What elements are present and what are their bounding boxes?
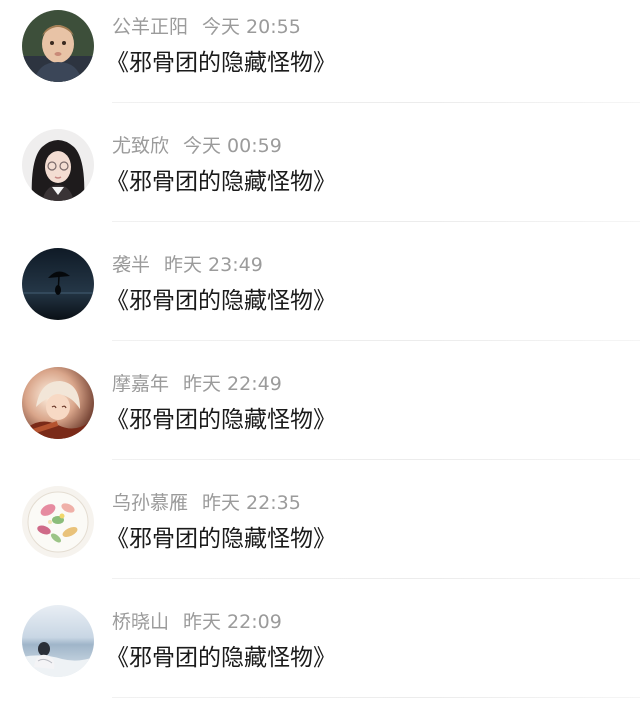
comment-meta: 乌孙慕雁 昨天 22:35 — [112, 490, 301, 516]
avatar[interactable] — [22, 248, 94, 320]
list-item[interactable]: 乌孙慕雁 昨天 22:35 《邪骨团的隐藏怪物》 — [0, 476, 640, 595]
timestamp: 昨天 23:49 — [164, 254, 263, 276]
avatar[interactable] — [22, 486, 94, 558]
comment-text: 《邪骨团的隐藏怪物》 — [106, 169, 336, 195]
list-item[interactable]: 公羊正阳 今天 20:55 《邪骨团的隐藏怪物》 — [0, 0, 640, 119]
divider — [112, 340, 640, 341]
comment-text: 《邪骨团的隐藏怪物》 — [106, 288, 336, 314]
comment-text: 《邪骨团的隐藏怪物》 — [106, 50, 336, 76]
timestamp: 今天 00:59 — [183, 135, 282, 157]
comment-list: 公羊正阳 今天 20:55 《邪骨团的隐藏怪物》 尤致欣 今天 00:59 《邪骨团… — [0, 0, 640, 716]
comment-meta: 公羊正阳 今天 20:55 — [112, 14, 301, 40]
divider — [112, 221, 640, 222]
divider — [112, 459, 640, 460]
avatar[interactable] — [22, 129, 94, 201]
list-item[interactable]: 桥晓山 昨天 22:09 《邪骨团的隐藏怪物》 — [0, 595, 640, 714]
list-item[interactable]: 摩嘉年 昨天 22:49 《邪骨团的隐藏怪物》 — [0, 357, 640, 476]
username[interactable]: 摩嘉年 — [112, 373, 169, 395]
anime-girl-icon — [22, 367, 94, 439]
avatar[interactable] — [22, 605, 94, 677]
username[interactable]: 桥晓山 — [112, 611, 169, 633]
comment-meta: 桥晓山 昨天 22:09 — [112, 609, 282, 635]
comment-meta: 尤致欣 今天 00:59 — [112, 133, 282, 159]
list-item[interactable]: 尤致欣 今天 00:59 《邪骨团的隐藏怪物》 — [0, 119, 640, 238]
comment-text: 《邪骨团的隐藏怪物》 — [106, 645, 336, 671]
timestamp: 昨天 22:35 — [202, 492, 301, 514]
username[interactable]: 袭半 — [112, 254, 150, 276]
timestamp: 昨天 22:49 — [183, 373, 282, 395]
username[interactable]: 公羊正阳 — [112, 16, 188, 38]
avatar[interactable] — [22, 10, 94, 82]
timestamp: 今天 20:55 — [202, 16, 301, 38]
username[interactable]: 乌孙慕雁 — [112, 492, 188, 514]
night-umbrella-icon — [22, 248, 94, 320]
divider — [112, 578, 640, 579]
flower-plate-icon — [22, 486, 94, 558]
comment-text: 《邪骨团的隐藏怪物》 — [106, 407, 336, 433]
seaside-person-icon — [22, 605, 94, 677]
divider — [112, 102, 640, 103]
timestamp: 昨天 22:09 — [183, 611, 282, 633]
girl-with-glasses-icon — [22, 129, 94, 201]
username[interactable]: 尤致欣 — [112, 135, 169, 157]
comment-meta: 袭半 昨天 23:49 — [112, 252, 263, 278]
comment-text: 《邪骨团的隐藏怪物》 — [106, 526, 336, 552]
avatar[interactable] — [22, 367, 94, 439]
child-photo-icon — [22, 10, 94, 82]
divider — [112, 697, 640, 698]
list-item[interactable]: 袭半 昨天 23:49 《邪骨团的隐藏怪物》 — [0, 238, 640, 357]
comment-meta: 摩嘉年 昨天 22:49 — [112, 371, 282, 397]
